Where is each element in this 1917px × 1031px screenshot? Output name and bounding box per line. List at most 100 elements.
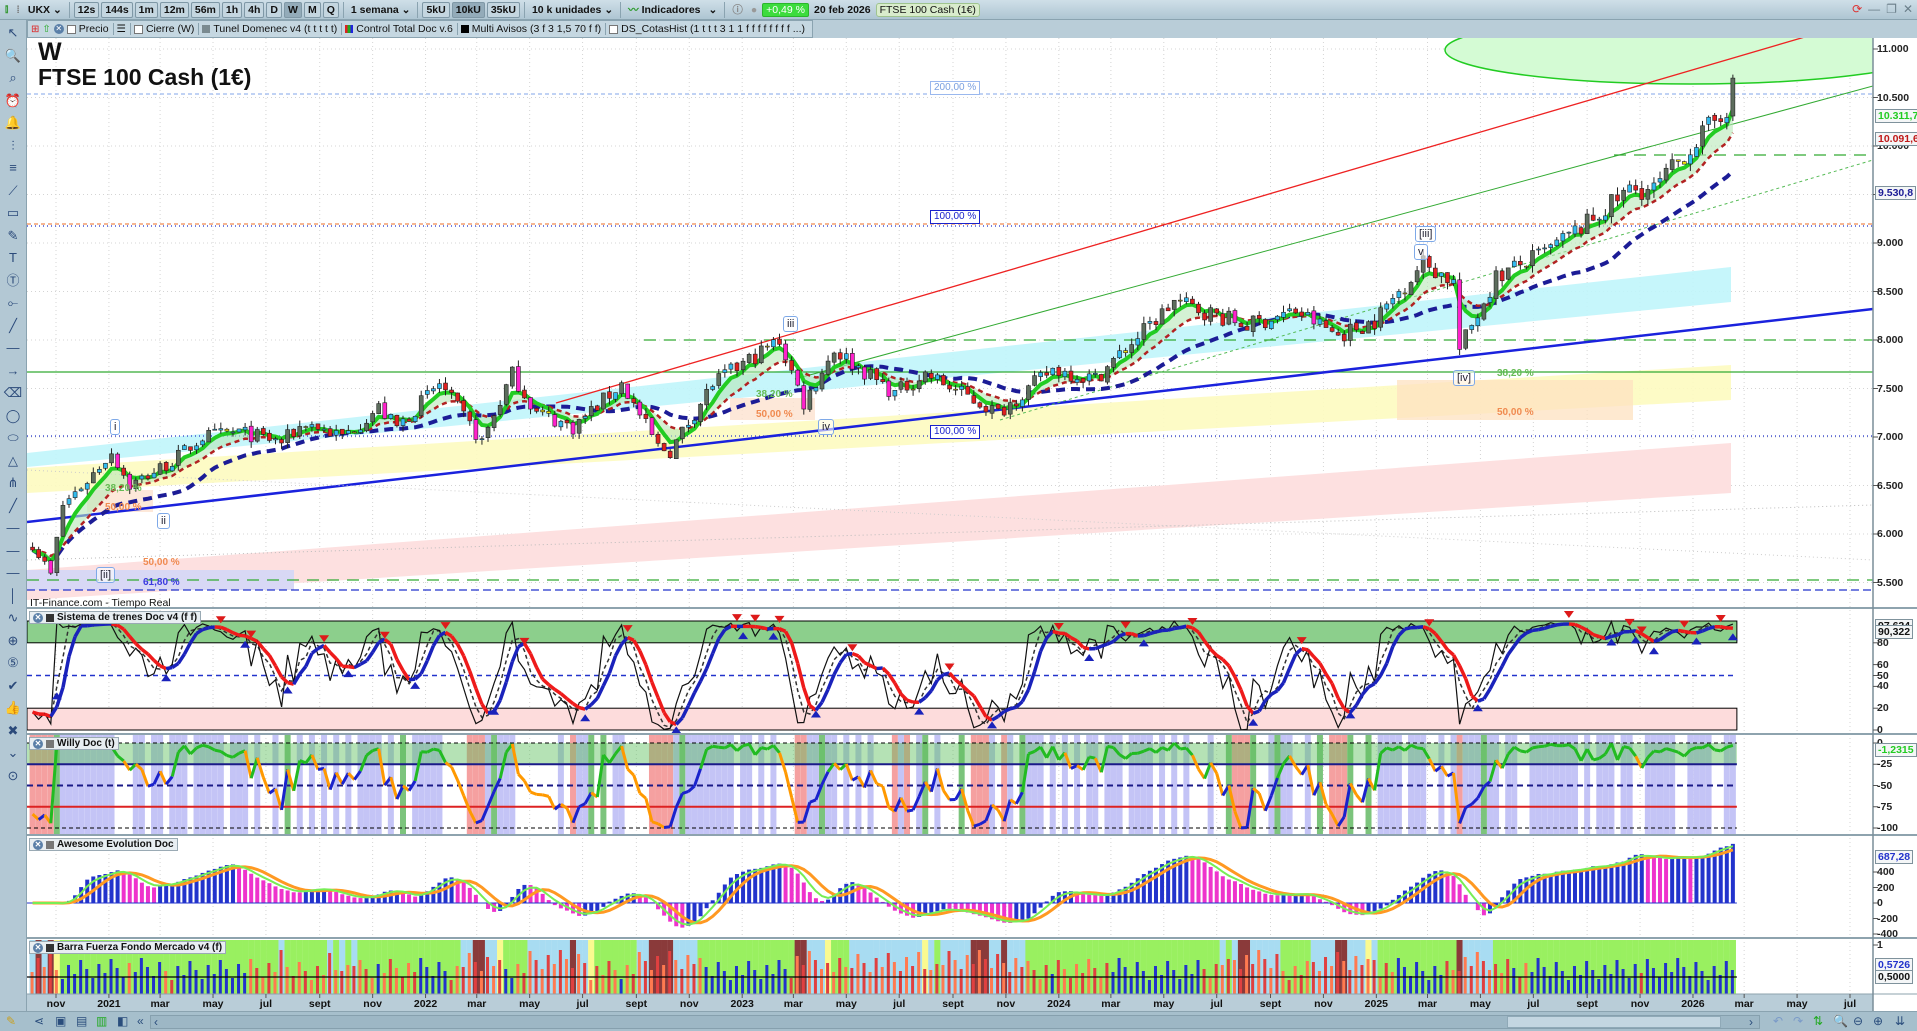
legend-cierre[interactable]: Cierre (W) xyxy=(133,23,200,35)
legend-tunel[interactable]: Tunel Domenec v4 (t t t t t) xyxy=(202,23,343,35)
timeframe-4h[interactable]: 4h xyxy=(244,1,265,18)
candle[interactable] xyxy=(595,404,600,412)
add-indicator-icon[interactable]: ⊞ xyxy=(31,24,39,35)
candle[interactable] xyxy=(1105,365,1110,385)
candle[interactable] xyxy=(236,428,242,433)
timeframe-56m[interactable]: 56m xyxy=(190,1,220,18)
legend-precio[interactable]: Precio xyxy=(66,23,114,35)
close-panel-icon[interactable]: ✕ xyxy=(33,942,43,953)
green-line-icon[interactable]: — xyxy=(2,540,24,563)
wave-label-ii-major[interactable]: [ii] xyxy=(96,567,115,583)
unit-35ku[interactable]: 35kU xyxy=(486,1,520,18)
undo-icon[interactable]: ↶ xyxy=(1773,1014,1783,1028)
close-panel-icon[interactable]: ✕ xyxy=(33,839,43,850)
timeframe-q[interactable]: Q xyxy=(322,1,339,18)
report-icon[interactable]: ▤ xyxy=(76,1014,87,1028)
candle[interactable] xyxy=(1408,280,1414,296)
scrollbar-thumb[interactable] xyxy=(1507,1016,1721,1028)
zoom-icon[interactable]: 🔍 xyxy=(2,45,24,68)
hline-icon[interactable]: — xyxy=(2,337,24,360)
candle[interactable] xyxy=(941,373,946,386)
ruler-icon[interactable]: ⟜ xyxy=(2,292,24,315)
minimize-icon[interactable]: — xyxy=(1868,2,1880,16)
auto-scale-icon[interactable]: ⇅ xyxy=(1813,1014,1823,1028)
fibo-levels-icon[interactable]: ≡ xyxy=(2,157,24,180)
candle[interactable] xyxy=(1681,160,1687,165)
zoom-in-icon[interactable]: ⊕ xyxy=(1873,1014,1883,1028)
chart-app-icon[interactable]: ⫾ xyxy=(2,3,11,16)
checkbox[interactable] xyxy=(133,24,143,34)
symbol-select[interactable]: UKX ⌄ xyxy=(25,4,65,16)
circle-icon[interactable]: ◯ xyxy=(2,405,24,428)
candle[interactable] xyxy=(673,439,679,459)
candle[interactable] xyxy=(1730,74,1736,121)
indicators-dropdown[interactable]: ⌄ xyxy=(706,4,721,16)
close-panel-icon[interactable]: ✕ xyxy=(33,738,43,749)
fib-ext-200[interactable]: 200,00 % xyxy=(930,81,981,95)
red-line-icon[interactable]: ╱ xyxy=(2,495,24,518)
thumb-icon[interactable]: 👍 xyxy=(2,697,24,720)
scroll-left-button[interactable]: ‹ xyxy=(154,1015,158,1029)
candle[interactable] xyxy=(661,442,667,452)
wave-label-v[interactable]: v xyxy=(1414,244,1428,260)
fibo-icon[interactable]: ⫶ xyxy=(2,135,24,158)
timeframe-w[interactable]: W xyxy=(284,1,302,18)
timeframe-1h[interactable]: 1h xyxy=(221,1,243,18)
indicators-button[interactable]: 〰 Indicadores xyxy=(625,2,703,17)
window-icon[interactable]: ◧ xyxy=(117,1014,128,1028)
restore-icon[interactable]: ❐ xyxy=(1886,2,1897,16)
expand-icon[interactable]: ⌄ xyxy=(2,742,24,765)
candle[interactable] xyxy=(995,403,1001,410)
panel-header-barra[interactable]: ✕ Barra Fuerza Fondo Mercado v4 (f) xyxy=(29,941,227,954)
legend-control[interactable]: Control Total Doc v.6 xyxy=(345,23,458,35)
trend-line-icon[interactable]: ╱ xyxy=(2,315,24,338)
layout-icon[interactable]: ▥ xyxy=(96,1014,107,1028)
candle[interactable] xyxy=(54,536,60,577)
rectangle-icon[interactable]: ▭ xyxy=(2,202,24,225)
text-box-icon[interactable]: Ⓣ xyxy=(2,270,24,293)
candle[interactable] xyxy=(1505,267,1511,281)
alert-icon[interactable]: 🔔 xyxy=(2,112,24,135)
zoom-range-icon[interactable]: ⌕ xyxy=(2,67,24,90)
timeframe-d[interactable]: D xyxy=(266,1,283,18)
pitchfork-icon[interactable]: ⋔ xyxy=(2,472,24,495)
horizontal-scrollbar[interactable]: ‹ › xyxy=(150,1015,1760,1029)
candle[interactable] xyxy=(510,366,515,389)
checkbox[interactable] xyxy=(66,24,76,34)
panel-header-trenes[interactable]: ✕ Sistema de trenes Doc v4 (f f) xyxy=(29,611,202,624)
candle[interactable] xyxy=(746,352,752,364)
check-icon[interactable]: ✔ xyxy=(2,675,24,698)
arrow-line-icon[interactable]: → xyxy=(2,360,24,383)
unit-5ku[interactable]: 5kU xyxy=(422,1,450,18)
candle[interactable] xyxy=(115,452,120,470)
candle[interactable] xyxy=(601,392,606,410)
candle[interactable] xyxy=(1360,330,1365,334)
magnet-icon[interactable]: ⊙ xyxy=(2,765,24,788)
chart-canvas[interactable] xyxy=(0,0,1917,1031)
candle[interactable] xyxy=(60,500,66,537)
chat-icon[interactable]: ▣ xyxy=(55,1014,66,1028)
wave-label-ii[interactable]: ii xyxy=(157,513,170,529)
fib-ext-100a[interactable]: 100,00 % xyxy=(930,210,981,224)
share-icon[interactable]: ⋖ xyxy=(34,1014,44,1028)
eraser-icon[interactable]: ⌫ xyxy=(2,382,24,405)
unit-10ku[interactable]: 10kU xyxy=(451,1,485,18)
move-up-icon[interactable]: ⇧ xyxy=(42,24,50,35)
close-panel-icon[interactable]: ✕ xyxy=(33,612,43,623)
blue-line-icon[interactable]: — xyxy=(2,562,24,585)
legend-cotas[interactable]: DS_CotasHist (1 t t t 3 1 1 f f f f f f … xyxy=(609,23,809,35)
list-icon[interactable]: ☰ xyxy=(117,23,131,35)
legend-multi[interactable]: Multi Avisos (3 f 3 1,5 70 f f) xyxy=(460,23,607,35)
candle[interactable] xyxy=(625,383,630,400)
info-icon[interactable]: ⓘ xyxy=(729,2,746,17)
candle[interactable] xyxy=(649,416,655,436)
candle[interactable] xyxy=(1269,320,1274,330)
candle[interactable] xyxy=(1457,272,1462,356)
fib-ext-100b[interactable]: 100,00 % xyxy=(930,425,981,439)
candle[interactable] xyxy=(1366,320,1371,334)
timeframe-1m[interactable]: 1m xyxy=(134,1,158,18)
wave-label-iv-major[interactable]: [iv] xyxy=(1453,370,1476,386)
delete-icon[interactable]: ✖ xyxy=(2,720,24,743)
timeframe-12m[interactable]: 12m xyxy=(159,1,189,18)
candle[interactable] xyxy=(1463,329,1468,351)
